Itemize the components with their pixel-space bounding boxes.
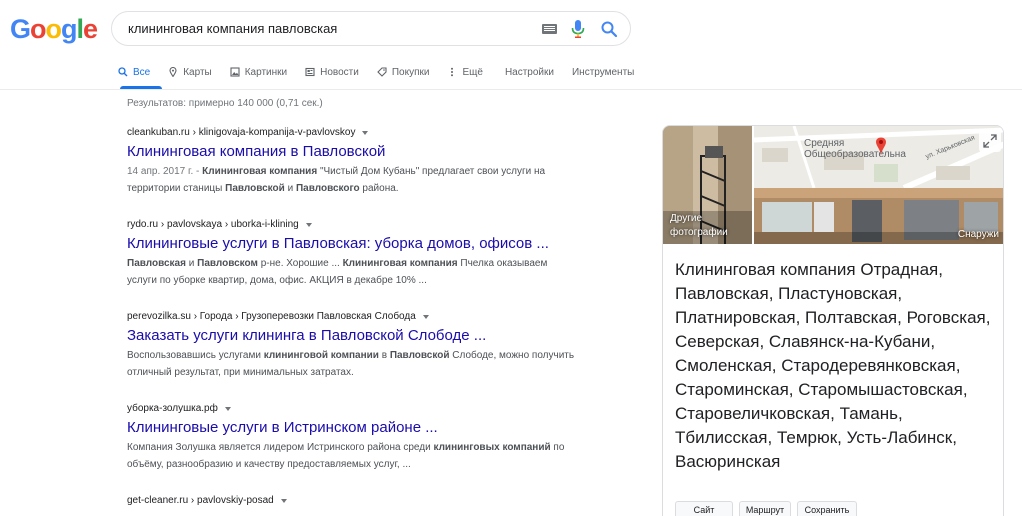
- search-result: get-cleaner.ru › pavlovskiy-posad: [127, 495, 587, 506]
- result-cite[interactable]: rydo.ru › pavlovskaya › uborka-i-klining: [127, 219, 587, 230]
- tab-maps[interactable]: Карты: [168, 59, 212, 85]
- result-cite[interactable]: уборка-золушка.рф: [127, 403, 587, 414]
- logo-letter: G: [10, 14, 31, 44]
- photo-outside-thumbnail[interactable]: Снаружи: [754, 188, 1003, 244]
- panel-actions: Сайт Маршрут Сохранить: [675, 501, 863, 516]
- tab-news[interactable]: Новости: [305, 59, 359, 85]
- search-input[interactable]: [128, 12, 528, 45]
- tab-label: Новости: [320, 66, 359, 78]
- chevron-down-icon[interactable]: [224, 406, 231, 411]
- search-result: rydo.ru › pavlovskaya › uborka-i-klining…: [127, 219, 587, 289]
- result-snippet: 14 апр. 2017 г. - Клининговая компания "…: [127, 166, 546, 194]
- result-snippet: Павловская и Павловском р-не. Хорошие ..…: [127, 258, 548, 286]
- result-url: уборка-золушка.рф: [127, 403, 218, 414]
- result-snippet: Компания Золушка является лидером Истрин…: [127, 442, 565, 470]
- photo-label-other: Другие фотографии: [670, 213, 728, 238]
- expand-map-button[interactable]: [979, 130, 1001, 152]
- result-title-link[interactable]: Заказать услуги клининга в Павловской Сл…: [127, 327, 587, 344]
- tab-more[interactable]: Ещё: [447, 59, 483, 85]
- logo-letter: o: [30, 14, 46, 44]
- tab-label: Инструменты: [571, 66, 635, 78]
- map-label-line: Средняя: [804, 138, 845, 149]
- tag-icon: [377, 67, 387, 77]
- logo-letter: e: [83, 14, 98, 44]
- chevron-down-icon[interactable]: [422, 314, 429, 319]
- directions-button[interactable]: Маршрут: [739, 501, 791, 516]
- tab-all[interactable]: Все: [118, 59, 150, 85]
- search-result: уборка-золушка.рф Клининговые услуги в И…: [127, 403, 587, 473]
- result-cite[interactable]: perevozilka.su › Города › Грузоперевозки…: [127, 311, 587, 322]
- result-snippet: Воспользовавшись услугами клининговой ко…: [127, 350, 575, 378]
- search-result: cleankuban.ru › klinigovaja-kompanija-v-…: [127, 127, 587, 197]
- news-icon: [305, 67, 315, 77]
- business-description: Клининговая компания Отрадная, Павловска…: [675, 260, 991, 471]
- chevron-down-icon[interactable]: [305, 222, 312, 227]
- tab-label: Покупки: [391, 66, 430, 78]
- result-title-link[interactable]: Клининговые услуги в Истринском районе .…: [127, 419, 587, 436]
- result-url: cleankuban.ru › klinigovaja-kompanija-v-…: [127, 127, 356, 138]
- knowledge-panel: Другие фотографии Средняя Общеобразовате…: [662, 125, 1004, 516]
- microphone-icon[interactable]: [570, 19, 586, 39]
- tab-label: Картинки: [244, 66, 288, 78]
- search-tabs: Все Карты Картинки Новости Покупки Ещё Н…: [118, 59, 652, 89]
- tab-label: Ещё: [462, 66, 483, 78]
- google-logo[interactable]: Google: [10, 14, 98, 45]
- map-pin-icon: [168, 67, 178, 77]
- website-button[interactable]: Сайт: [675, 501, 733, 516]
- tabs-divider: [0, 89, 1022, 90]
- search-result: perevozilka.su › Города › Грузоперевозки…: [127, 311, 587, 381]
- tab-label: Настройки: [504, 66, 554, 78]
- more-vert-icon: [447, 67, 457, 77]
- keyboard-icon[interactable]: [542, 24, 557, 34]
- photo-other-thumbnail[interactable]: Другие фотографии: [663, 126, 752, 244]
- search-icon[interactable]: [600, 20, 618, 38]
- map-label-line: Общеобразовательна: [804, 149, 906, 160]
- search-icon: [118, 67, 128, 77]
- expand-icon: [983, 134, 997, 148]
- result-stats: Результатов: примерно 140 000 (0,71 сек.…: [127, 98, 323, 109]
- save-button[interactable]: Сохранить: [797, 501, 857, 516]
- image-icon: [230, 67, 240, 77]
- result-cite[interactable]: cleankuban.ru › klinigovaja-kompanija-v-…: [127, 127, 587, 138]
- map-label: Средняя Общеобразовательна: [804, 138, 906, 160]
- tab-settings[interactable]: Настройки: [505, 59, 554, 85]
- chevron-down-icon[interactable]: [362, 130, 369, 135]
- logo-letter: g: [61, 14, 77, 44]
- tab-label: Карты: [183, 66, 212, 78]
- result-cite[interactable]: get-cleaner.ru › pavlovskiy-posad: [127, 495, 587, 506]
- tab-images[interactable]: Картинки: [230, 59, 287, 85]
- result-title-link[interactable]: Клининговая компания в Павловской: [127, 143, 587, 160]
- search-box: [111, 11, 631, 46]
- tab-label: Все: [133, 66, 151, 78]
- photo-label-outside: Снаружи: [957, 229, 999, 240]
- tab-shopping[interactable]: Покупки: [377, 59, 430, 85]
- result-url: rydo.ru › pavlovskaya › uborka-i-klining: [127, 219, 299, 230]
- logo-letter: o: [45, 14, 62, 44]
- chevron-down-icon[interactable]: [280, 498, 287, 503]
- location-map[interactable]: Средняя Общеобразовательна ул. Харьковск…: [754, 126, 1003, 188]
- result-title-link[interactable]: Клининговые услуги в Павловская: уборка …: [127, 235, 587, 252]
- tab-tools[interactable]: Инструменты: [572, 59, 634, 85]
- result-url: get-cleaner.ru › pavlovskiy-posad: [127, 495, 274, 506]
- result-url: perevozilka.su › Города › Грузоперевозки…: [127, 311, 416, 322]
